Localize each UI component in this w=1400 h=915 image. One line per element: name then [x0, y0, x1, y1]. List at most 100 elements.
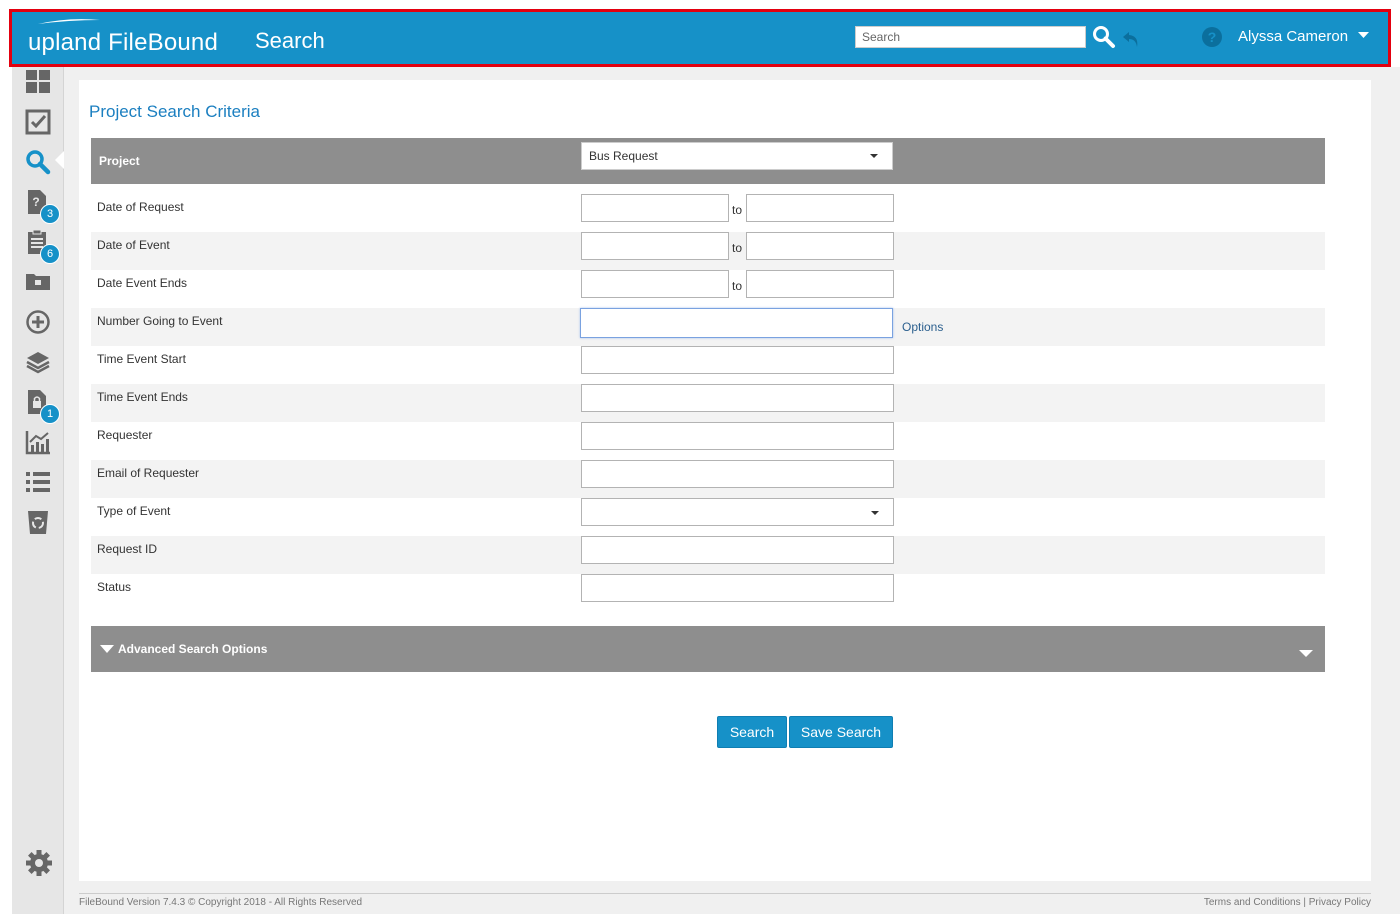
caret-down-icon	[100, 645, 114, 653]
field-row-email-of-requester: Email of Requester	[91, 460, 1325, 498]
type-of-event-select[interactable]	[581, 498, 894, 526]
sidebar-item-settings[interactable]	[25, 849, 52, 876]
requester-input[interactable]	[581, 422, 894, 450]
sidebar-item-dashboard[interactable]	[25, 69, 51, 95]
logo-swoosh-icon	[38, 19, 100, 24]
expand-icon[interactable]	[1299, 650, 1313, 657]
field-row-time-event-ends: Time Event Ends	[91, 384, 1325, 422]
sidebar-item-recycle[interactable]	[25, 509, 51, 535]
sidebar-item-lists[interactable]	[25, 469, 51, 495]
sidebar-item-add[interactable]	[25, 309, 51, 335]
date-of-event-from-input[interactable]	[581, 232, 729, 260]
field-row-date-of-event: Date of Event to	[91, 232, 1325, 270]
sidebar-item-tasks[interactable]	[25, 109, 51, 135]
advanced-search-toggle[interactable]: Advanced Search Options	[91, 626, 1325, 672]
chevron-down-icon	[870, 154, 878, 158]
active-indicator	[55, 151, 64, 169]
logo-word-upland: upland	[28, 29, 102, 56]
logo-word-filebound: FileBound	[108, 29, 219, 56]
checkbox-icon	[25, 109, 51, 135]
gear-icon	[26, 850, 52, 876]
chevron-down-icon	[1358, 32, 1370, 38]
sidebar-item-reports[interactable]	[25, 429, 51, 455]
left-sidebar: ? 3 6 1	[12, 67, 64, 914]
search-button[interactable]: Search	[717, 716, 787, 748]
footer-links: Terms and Conditions | Privacy Policy	[1204, 897, 1371, 908]
field-label: Time Event Ends	[97, 390, 188, 404]
top-header-highlight: upland FileBound Search ? Alyssa Cameron	[9, 9, 1391, 67]
field-label: Date of Request	[97, 200, 184, 214]
footer-separator: |	[1303, 897, 1306, 908]
project-label: Project	[99, 154, 140, 168]
field-row-type-of-event: Type of Event	[91, 498, 1325, 536]
sidebar-item-layers[interactable]	[25, 349, 51, 375]
field-row-date-of-request: Date of Request to	[91, 194, 1325, 232]
field-label: Email of Requester	[97, 466, 200, 480]
search-icon[interactable]	[1092, 25, 1116, 49]
sidebar-item-locked-docs[interactable]: 1	[25, 389, 60, 424]
field-row-date-event-ends: Date Event Ends to	[91, 270, 1325, 308]
field-row-time-event-start: Time Event Start	[91, 346, 1325, 384]
folder-icon	[26, 274, 50, 290]
page-title: Search	[255, 28, 325, 53]
advanced-search-label: Advanced Search Options	[118, 642, 268, 656]
search-icon	[26, 150, 51, 175]
date-event-ends-from-input[interactable]	[581, 270, 729, 298]
add-circle-icon	[26, 310, 50, 334]
dashboard-grid-icon	[26, 70, 50, 93]
sidebar-item-folders[interactable]	[25, 269, 51, 295]
sidebar-item-clipboard[interactable]: 6	[25, 229, 60, 264]
chevron-down-icon	[871, 511, 879, 515]
field-label: Number Going to Event	[97, 314, 223, 328]
time-event-ends-input[interactable]	[581, 384, 894, 412]
number-going-input[interactable]	[580, 307, 893, 338]
svg-text:?: ?	[1208, 29, 1217, 45]
field-row-requester: Requester	[91, 422, 1325, 460]
help-icon[interactable]: ?	[1201, 26, 1223, 48]
options-link[interactable]: Options	[902, 320, 943, 334]
top-header: upland FileBound Search ? Alyssa Cameron	[12, 12, 1388, 64]
header-search-input[interactable]	[855, 26, 1086, 48]
search-panel: Project Search Criteria Project Bus Requ…	[79, 80, 1371, 881]
layers-icon	[26, 352, 50, 374]
request-id-input[interactable]	[581, 536, 894, 564]
user-menu[interactable]: Alyssa Cameron	[1238, 28, 1370, 45]
sidebar-item-questions[interactable]: ? 3	[25, 189, 60, 224]
copyright-text: FileBound Version 7.4.3 © Copyright 2018…	[79, 897, 363, 908]
user-name: Alyssa Cameron	[1238, 28, 1349, 45]
date-of-request-from-input[interactable]	[581, 194, 729, 222]
clipboard-badge: 6	[40, 244, 60, 264]
date-event-ends-to-input[interactable]	[746, 270, 894, 298]
range-to-label: to	[732, 203, 743, 217]
undo-icon[interactable]	[1122, 29, 1142, 49]
questions-badge: 3	[40, 204, 60, 224]
sidebar-item-search[interactable]	[25, 149, 51, 175]
project-select-value: Bus Request	[589, 149, 658, 163]
field-label: Type of Event	[97, 504, 171, 518]
field-label: Status	[97, 580, 132, 594]
criteria-title: Project Search Criteria	[89, 102, 261, 121]
app-logo[interactable]: upland FileBound	[28, 18, 228, 58]
field-label: Date Event Ends	[97, 276, 188, 290]
email-of-requester-input[interactable]	[581, 460, 894, 488]
list-icon	[26, 472, 50, 492]
footer: FileBound Version 7.4.3 © Copyright 2018…	[79, 893, 1371, 915]
project-bar: Project Bus Request	[91, 138, 1325, 184]
status-input[interactable]	[581, 574, 894, 602]
svg-text:?: ?	[32, 195, 39, 209]
date-of-event-to-input[interactable]	[746, 232, 894, 260]
field-row-status: Status	[91, 574, 1325, 612]
logo-text: upland FileBound	[28, 29, 218, 57]
field-label: Time Event Start	[97, 352, 186, 366]
privacy-link[interactable]: Privacy Policy	[1309, 897, 1371, 908]
save-search-button[interactable]: Save Search	[789, 716, 893, 748]
terms-link[interactable]: Terms and Conditions	[1204, 897, 1301, 908]
recycle-bin-icon	[28, 511, 48, 534]
project-select[interactable]: Bus Request	[581, 142, 893, 170]
chart-icon	[25, 431, 50, 455]
field-row-number-going: Number Going to Event Options	[91, 307, 1325, 346]
field-label: Request ID	[97, 542, 158, 556]
field-label: Requester	[97, 428, 153, 442]
time-event-start-input[interactable]	[581, 346, 894, 374]
date-of-request-to-input[interactable]	[746, 194, 894, 222]
